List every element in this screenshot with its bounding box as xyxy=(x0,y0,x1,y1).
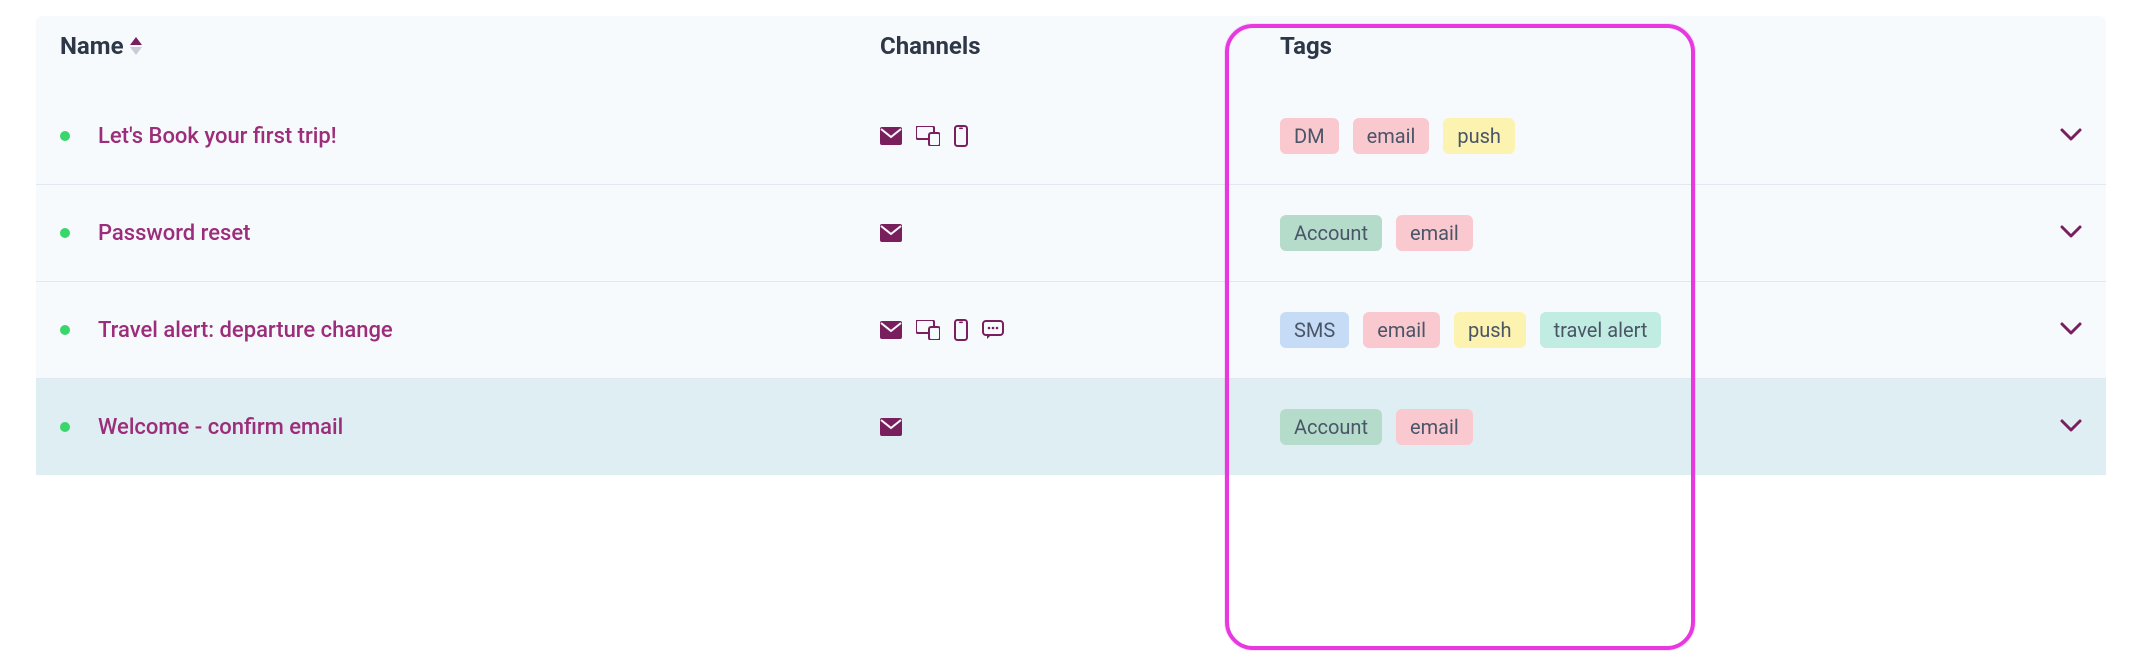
tag-badge[interactable]: travel alert xyxy=(1540,312,1662,348)
row-name-link[interactable]: Welcome - confirm email xyxy=(98,415,343,440)
desktop-icon xyxy=(916,126,940,146)
tag-badge[interactable]: SMS xyxy=(1280,312,1349,348)
table-row[interactable]: Welcome - confirm email Account email xyxy=(36,378,2106,475)
tag-badge[interactable]: DM xyxy=(1280,118,1339,154)
row-name-link[interactable]: Let's Book your first trip! xyxy=(98,124,337,149)
tag-badge[interactable]: email xyxy=(1353,118,1430,154)
desktop-icon xyxy=(916,320,940,340)
tag-badge[interactable]: Account xyxy=(1280,409,1382,445)
status-dot-icon xyxy=(60,131,70,141)
column-header-channels[interactable]: Channels xyxy=(880,32,981,60)
channel-icons xyxy=(880,224,902,242)
mobile-icon xyxy=(954,319,968,341)
tags-list: Account email xyxy=(1280,215,1473,251)
table-row[interactable]: Password reset Account email xyxy=(36,184,2106,281)
chevron-down-icon xyxy=(2060,322,2082,336)
tags-list: SMS email push travel alert xyxy=(1280,312,1661,348)
channel-icons xyxy=(880,418,902,436)
tag-badge[interactable]: email xyxy=(1396,409,1473,445)
notifications-table: Name Channels Tags Let's Book your first… xyxy=(0,0,2142,475)
tags-list: Account email xyxy=(1280,409,1473,445)
tag-badge[interactable]: Account xyxy=(1280,215,1382,251)
status-dot-icon xyxy=(60,228,70,238)
expand-row-button[interactable] xyxy=(2060,224,2082,243)
chevron-down-icon xyxy=(2060,225,2082,239)
sms-icon xyxy=(982,320,1004,340)
email-icon xyxy=(880,224,902,242)
row-name-link[interactable]: Password reset xyxy=(98,221,250,246)
channel-icons xyxy=(880,125,968,147)
chevron-down-icon xyxy=(2060,419,2082,433)
expand-row-button[interactable] xyxy=(2060,321,2082,340)
email-icon xyxy=(880,127,902,145)
table-row[interactable]: Let's Book your first trip! DM email push xyxy=(36,88,2106,184)
column-header-tags[interactable]: Tags xyxy=(1280,32,1332,60)
tag-badge[interactable]: push xyxy=(1443,118,1515,154)
tag-badge[interactable]: email xyxy=(1363,312,1440,348)
tag-badge[interactable]: push xyxy=(1454,312,1526,348)
chevron-down-icon xyxy=(2060,128,2082,142)
tag-badge[interactable]: email xyxy=(1396,215,1473,251)
status-dot-icon xyxy=(60,422,70,432)
expand-row-button[interactable] xyxy=(2060,418,2082,437)
expand-row-button[interactable] xyxy=(2060,127,2082,146)
sort-icon[interactable] xyxy=(130,37,142,55)
email-icon xyxy=(880,418,902,436)
email-icon xyxy=(880,321,902,339)
row-name-link[interactable]: Travel alert: departure change xyxy=(98,318,393,343)
channel-icons xyxy=(880,319,1004,341)
mobile-icon xyxy=(954,125,968,147)
status-dot-icon xyxy=(60,325,70,335)
tags-list: DM email push xyxy=(1280,118,1515,154)
table-row[interactable]: Travel alert: departure change SMS emailp… xyxy=(36,281,2106,378)
table-header-row: Name Channels Tags xyxy=(36,16,2106,88)
column-header-name[interactable]: Name xyxy=(60,32,124,60)
